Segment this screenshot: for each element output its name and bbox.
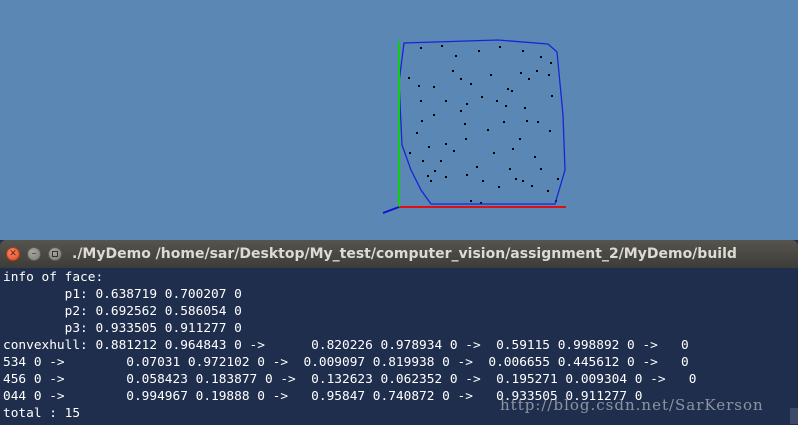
- sample-point: [440, 160, 442, 162]
- sample-point: [409, 152, 411, 154]
- sample-point: [531, 185, 533, 187]
- sample-point: [416, 132, 418, 134]
- title-bar[interactable]: ✕ – ./MyDemo /home/sar/Desktop/My_test/c…: [0, 240, 798, 268]
- sample-point: [540, 168, 542, 170]
- sample-point: [455, 55, 457, 57]
- watermark: http://blog.csdn.net/SarKerson: [500, 396, 764, 414]
- sample-point: [509, 168, 511, 170]
- sample-point: [408, 77, 410, 79]
- sample-point: [547, 190, 549, 192]
- sample-point: [515, 178, 517, 180]
- terminal-line: p3: 0.933505 0.911277 0: [3, 321, 242, 336]
- opengl-viewport[interactable]: [0, 0, 798, 240]
- minimize-button[interactable]: –: [27, 247, 41, 261]
- sample-point: [466, 174, 468, 176]
- sample-point: [481, 96, 483, 98]
- sample-point: [490, 74, 492, 76]
- sample-point: [460, 110, 462, 112]
- close-button[interactable]: ✕: [6, 247, 20, 261]
- maximize-button[interactable]: [48, 247, 62, 261]
- sample-point: [470, 83, 472, 85]
- terminal-line: 456 0 -> 0.058423 0.183877 0 -> 0.132623…: [3, 372, 697, 387]
- sample-point: [526, 120, 528, 122]
- sample-point: [493, 152, 495, 154]
- sample-point: [496, 100, 498, 102]
- sample-point: [418, 85, 420, 87]
- sample-point: [522, 180, 524, 182]
- sample-point: [422, 160, 424, 162]
- sample-point: [503, 121, 505, 123]
- sample-point: [540, 56, 542, 58]
- sample-point: [445, 176, 447, 178]
- sample-point: [430, 180, 432, 182]
- sample-point: [498, 186, 500, 188]
- maximize-icon: [52, 251, 58, 257]
- sample-point: [499, 46, 501, 48]
- sample-point: [445, 100, 447, 102]
- sample-point: [434, 170, 436, 172]
- sample-point: [557, 178, 559, 180]
- sample-point: [445, 143, 447, 145]
- sample-point: [487, 129, 489, 131]
- sample-point: [478, 50, 480, 52]
- terminal-scrollbar[interactable]: [790, 408, 798, 424]
- minimize-icon: –: [31, 248, 37, 259]
- sample-point: [549, 130, 551, 132]
- sample-point: [420, 100, 422, 102]
- sample-point: [511, 90, 513, 92]
- sample-point: [453, 150, 455, 152]
- sample-point: [421, 120, 423, 122]
- sample-point: [551, 95, 553, 97]
- sample-point: [548, 74, 550, 76]
- sample-point: [505, 105, 507, 107]
- sample-point: [528, 78, 530, 80]
- point-cloud: [408, 45, 559, 204]
- close-icon: ✕: [9, 249, 17, 259]
- sample-point: [460, 78, 462, 80]
- sample-point: [537, 121, 539, 123]
- z-axis: [382, 206, 400, 214]
- sample-point: [427, 175, 429, 177]
- sample-point: [476, 166, 478, 168]
- sample-point: [470, 200, 472, 202]
- sample-point: [524, 107, 526, 109]
- sample-point: [466, 103, 468, 105]
- scene-canvas: [382, 39, 566, 214]
- sample-point: [550, 62, 552, 64]
- terminal-line: convexhull: 0.881212 0.964843 0 -> 0.820…: [3, 338, 689, 353]
- sample-point: [522, 50, 524, 52]
- sample-point: [512, 148, 514, 150]
- window-title: ./MyDemo /home/sar/Desktop/My_test/compu…: [72, 246, 737, 262]
- sample-point: [520, 72, 522, 74]
- sample-point: [464, 123, 466, 125]
- sample-point: [519, 138, 521, 140]
- sample-point: [536, 70, 538, 72]
- sample-point: [452, 70, 454, 72]
- sample-point: [465, 138, 467, 140]
- sample-point: [534, 156, 536, 158]
- terminal-line: 534 0 -> 0.07031 0.972102 0 -> 0.009097 …: [3, 355, 689, 370]
- terminal-line: p1: 0.638719 0.700207 0: [3, 287, 242, 302]
- sample-point: [507, 88, 509, 90]
- terminal-line: info of face:: [3, 270, 104, 285]
- sample-point: [433, 114, 435, 116]
- sample-point: [433, 86, 435, 88]
- sample-point: [420, 47, 422, 49]
- terminal-line: p2: 0.692562 0.586054 0: [3, 304, 242, 319]
- sample-point: [441, 45, 443, 47]
- sample-point: [482, 180, 484, 182]
- convex-hull: [398, 39, 566, 205]
- sample-point: [428, 146, 430, 148]
